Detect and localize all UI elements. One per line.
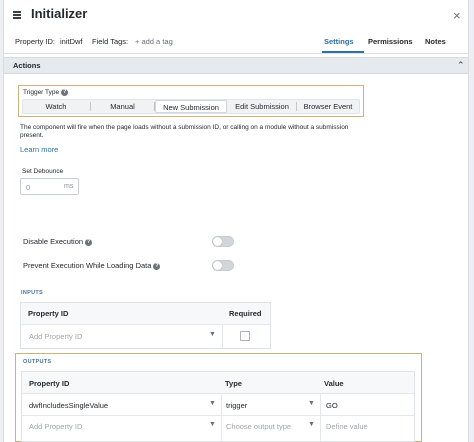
chevron-down-icon[interactable]: ▼	[308, 421, 315, 428]
help-icon[interactable]: ?	[85, 239, 93, 246]
debounce-label: Set Debounce	[22, 168, 64, 175]
tab-settings[interactable]: Settings	[324, 37, 354, 46]
inputs-col-property-id: Property ID	[28, 309, 69, 318]
chevron-down-icon[interactable]: ▼	[209, 331, 216, 338]
outputs-col-type: Type	[225, 379, 242, 388]
component-settings-panel: Initializer × Property ID: initDwf Field…	[3, 0, 469, 442]
trigger-type-label-text: Trigger Type	[23, 89, 60, 96]
toggle-knob	[213, 261, 222, 270]
outputs-group-label: OUTPUTS	[23, 359, 52, 365]
table-column-divider	[221, 393, 222, 441]
field-tags-label: Field Tags:	[92, 37, 129, 46]
disable-execution-label-text: Disable Execution	[23, 237, 84, 246]
prevent-execution-toggle[interactable]	[212, 260, 234, 271]
trigger-option-manual[interactable]: Manual	[91, 100, 154, 113]
tab-permissions[interactable]: Permissions	[368, 37, 413, 46]
output-property-id-select[interactable]: dwfIncludesSingleValue	[29, 401, 108, 410]
input-property-id-select[interactable]: Add Property ID	[29, 332, 82, 341]
actions-section-title: Actions	[13, 61, 41, 70]
debounce-placeholder: 0	[26, 183, 31, 192]
trigger-description: The component will fire when the page lo…	[20, 124, 349, 139]
property-id-value: initDwf	[60, 37, 83, 46]
component-title: Initializer	[31, 6, 88, 21]
outputs-table-header	[22, 372, 414, 393]
chevron-down-icon[interactable]: ▼	[209, 421, 216, 428]
chevron-up-icon[interactable]: ⌃	[457, 60, 465, 71]
prevent-execution-label-text: Prevent Execution While Loading Data	[23, 261, 152, 270]
prevent-execution-label: Prevent Execution While Loading Data?	[23, 261, 161, 270]
toggle-knob	[213, 237, 222, 246]
outputs-col-value: Value	[324, 379, 344, 388]
tab-notes[interactable]: Notes	[425, 37, 446, 46]
trigger-option-watch[interactable]: Watch	[23, 100, 89, 113]
new-output-value-field[interactable]: Define value	[326, 422, 368, 431]
help-icon[interactable]: ?	[61, 89, 69, 96]
table-column-divider	[222, 324, 223, 348]
help-icon[interactable]: ?	[153, 263, 161, 270]
table-divider	[22, 393, 414, 394]
trigger-option-edit-submission[interactable]: Edit Submission	[228, 100, 296, 113]
inputs-group-label: INPUTS	[21, 290, 43, 296]
required-checkbox[interactable]	[240, 331, 250, 341]
table-divider	[21, 324, 270, 325]
trigger-option-new-submission[interactable]: New Submission	[155, 100, 227, 113]
chevron-down-icon[interactable]: ▼	[209, 400, 216, 407]
learn-more-link[interactable]: Learn more	[20, 145, 58, 154]
trigger-option-browser-event[interactable]: Browser Event	[297, 100, 359, 113]
add-tag-link[interactable]: + add a tag	[135, 37, 173, 46]
actions-section-header[interactable]	[4, 57, 468, 74]
hamburger-menu-icon[interactable]	[13, 11, 21, 19]
debounce-unit: ms	[64, 183, 74, 190]
trigger-type-label: Trigger Type?	[23, 89, 69, 96]
chevron-down-icon[interactable]: ▼	[308, 400, 315, 407]
header-divider	[4, 53, 468, 54]
close-icon[interactable]: ×	[453, 8, 461, 23]
property-id-label: Property ID:	[15, 37, 56, 46]
table-column-divider	[320, 393, 321, 441]
disable-execution-toggle[interactable]	[212, 236, 234, 247]
disable-execution-label: Disable Execution?	[23, 237, 93, 246]
inputs-col-required: Required	[229, 309, 262, 318]
new-output-property-id-select[interactable]: Add Property ID	[29, 422, 82, 431]
table-divider	[22, 415, 414, 416]
outputs-col-property-id: Property ID	[29, 379, 70, 388]
output-value-field[interactable]: GO	[326, 401, 338, 410]
output-type-select[interactable]: trigger	[226, 401, 247, 410]
new-output-type-select[interactable]: Choose output type	[226, 422, 291, 431]
